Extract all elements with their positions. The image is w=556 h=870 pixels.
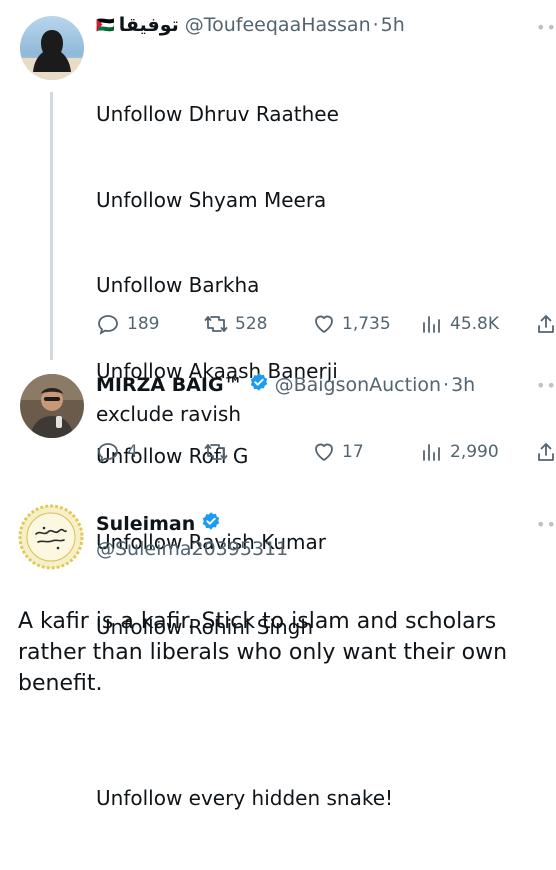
heart-icon	[315, 315, 333, 333]
display-name[interactable]: MIRZA BAIG™	[96, 374, 243, 396]
retweet-icon	[204, 444, 228, 460]
reply-count: 189	[127, 314, 160, 334]
user-handle[interactable]: @Suleima20395311	[96, 538, 288, 560]
verified-badge-icon	[249, 372, 269, 397]
share-button[interactable]	[536, 312, 556, 336]
like-count: 1,735	[342, 314, 391, 334]
reply-icon	[98, 443, 118, 463]
share-icon	[538, 443, 554, 461]
thread-connector-line	[50, 92, 53, 360]
views-count: 2,990	[450, 442, 499, 462]
tweet-line: Unfollow every hidden snake!	[96, 786, 394, 810]
more-icon[interactable]: •••	[536, 376, 556, 395]
flag-emoji: 🇵🇸	[96, 16, 115, 34]
tweet-3-name-row: Suleiman	[96, 511, 227, 536]
verified-badge-icon	[201, 511, 221, 536]
like-count: 17	[342, 442, 364, 462]
tweet-line: A kafir is a kafir. Stick to islam and s…	[18, 609, 497, 634]
dot-separator: ·	[443, 373, 450, 396]
views-icon	[423, 444, 440, 461]
retweet-count: 528	[235, 314, 268, 334]
reply-count: 4	[127, 442, 138, 462]
views-button[interactable]: 45.8K	[421, 312, 499, 336]
avatar-toufeeqaa[interactable]	[20, 16, 84, 80]
dot-separator: ·	[372, 14, 379, 36]
tweet-line: Unfollow Barkha	[96, 273, 260, 297]
tweet-line: Unfollow Dhruv Raathee	[96, 102, 339, 126]
tweet-3-text: A kafir is a kafir. Stick to islam and s…	[18, 606, 507, 699]
retweet-button[interactable]: 528	[203, 312, 267, 336]
retweet-button[interactable]	[203, 440, 235, 464]
views-button[interactable]: 2,990	[421, 440, 499, 464]
tweet-2-text: exclude ravish	[96, 402, 241, 426]
reply-button[interactable]: 189	[96, 312, 159, 336]
like-button[interactable]: 17	[312, 440, 364, 464]
share-button[interactable]	[536, 440, 556, 464]
share-icon	[538, 315, 554, 333]
user-handle[interactable]: @ToufeeqaaHassan	[185, 14, 371, 36]
avatar-mirza-baig[interactable]	[20, 374, 84, 438]
user-handle[interactable]: @BaigsonAuction	[275, 374, 441, 396]
more-icon[interactable]: •••	[536, 515, 556, 534]
tweet-2-header: MIRZA BAIG™ @BaigsonAuction · 3h	[96, 372, 475, 397]
views-count: 45.8K	[450, 314, 499, 334]
timestamp[interactable]: 3h	[451, 374, 475, 396]
display-name[interactable]: توفيقا	[119, 14, 179, 36]
avatar-suleiman[interactable]	[18, 504, 84, 570]
retweet-icon	[204, 316, 228, 332]
more-icon[interactable]: •••	[536, 18, 556, 37]
tweet-line	[96, 699, 393, 728]
tweet-1-header: 🇵🇸 توفيقا @ToufeeqaaHassan · 5h	[96, 14, 405, 36]
heart-icon	[315, 443, 333, 461]
tweet-line: rather than liberals who only want their…	[18, 640, 508, 665]
tweet-line: Unfollow Shyam Meera	[96, 187, 327, 212]
reply-button[interactable]: 4	[96, 440, 138, 464]
display-name[interactable]: Suleiman	[96, 513, 195, 535]
timestamp[interactable]: 5h	[381, 14, 405, 36]
views-icon	[423, 316, 440, 333]
like-button[interactable]: 1,735	[312, 312, 391, 336]
reply-icon	[98, 315, 118, 335]
tweet-line: benefit.	[18, 671, 103, 696]
